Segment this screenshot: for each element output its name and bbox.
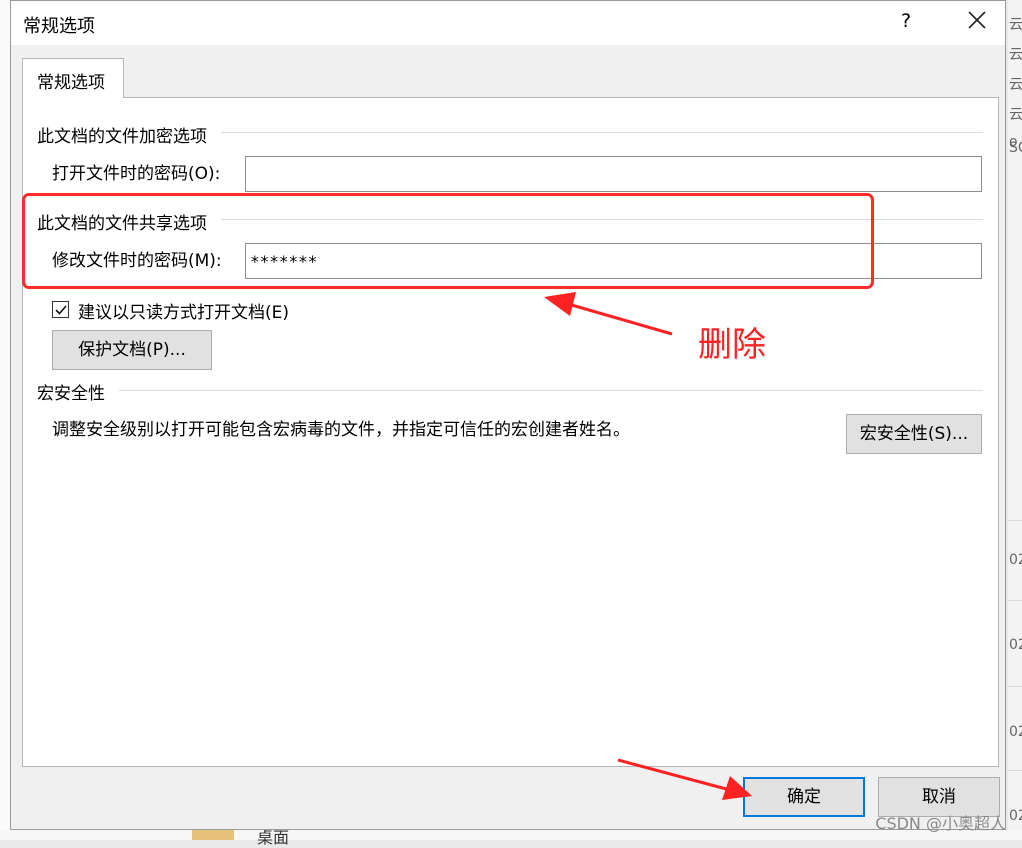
macro-description: 调整安全级别以打开可能包含宏病毒的文件，并指定可信任的宏创建者姓名。 xyxy=(52,420,630,440)
open-password-input[interactable] xyxy=(245,156,982,192)
close-icon[interactable] xyxy=(966,9,988,31)
group-divider xyxy=(221,132,983,133)
encrypt-group-title: 此文档的文件加密选项 xyxy=(37,127,207,147)
tab-general-options[interactable]: 常规选项 xyxy=(22,58,124,98)
background-fragment: 云 xyxy=(1009,107,1022,123)
help-icon[interactable]: ? xyxy=(901,10,911,32)
annotation-text: 删除 xyxy=(698,325,766,365)
macro-group-title: 宏安全性 xyxy=(37,384,105,404)
background-fragment: 云 xyxy=(1009,77,1022,93)
background-row-divider xyxy=(1008,600,1022,601)
background-fragment: 云 xyxy=(1009,47,1022,63)
background-fragment: 02 xyxy=(1009,724,1022,740)
background-row-divider xyxy=(1008,686,1022,687)
macro-security-button[interactable]: 宏安全性(S)... xyxy=(846,414,982,454)
readonly-checkbox-label[interactable]: 建议以只读方式打开文档(E) xyxy=(78,298,289,323)
annotation-highlight-box xyxy=(22,193,874,289)
background-row-divider xyxy=(1008,520,1022,521)
dialog-titlebar: 常规选项 ? xyxy=(11,1,1005,45)
dialog-title: 常规选项 xyxy=(23,16,95,37)
group-divider xyxy=(119,390,983,391)
ok-button[interactable]: 确定 xyxy=(743,777,865,817)
general-options-dialog: 常规选项 ? 常规选项 此文档的文件加密选项 打开文件时的密码(O): 此文档的… xyxy=(10,0,1006,830)
checkmark-icon xyxy=(55,305,67,315)
background-fragment: 02 xyxy=(1009,552,1022,568)
open-password-label: 打开文件时的密码(O): xyxy=(52,164,221,184)
tab-label: 常规选项 xyxy=(37,73,105,93)
protect-document-button[interactable]: 保护文档(P)... xyxy=(52,330,212,370)
watermark: CSDN @小奥超人 xyxy=(875,814,1006,833)
background-fragment: 云 xyxy=(1009,17,1022,33)
background-fragment: 02 xyxy=(1009,808,1022,824)
background-fragment: SC xyxy=(1009,140,1022,156)
background-window-right: 云 云 云 云 o SC 02 02 02 02 xyxy=(1008,0,1022,840)
background-window-bottom xyxy=(0,830,1022,840)
background-fragment: 02 xyxy=(1009,637,1022,653)
readonly-checkbox[interactable] xyxy=(52,301,69,318)
background-row-divider xyxy=(1008,770,1022,771)
